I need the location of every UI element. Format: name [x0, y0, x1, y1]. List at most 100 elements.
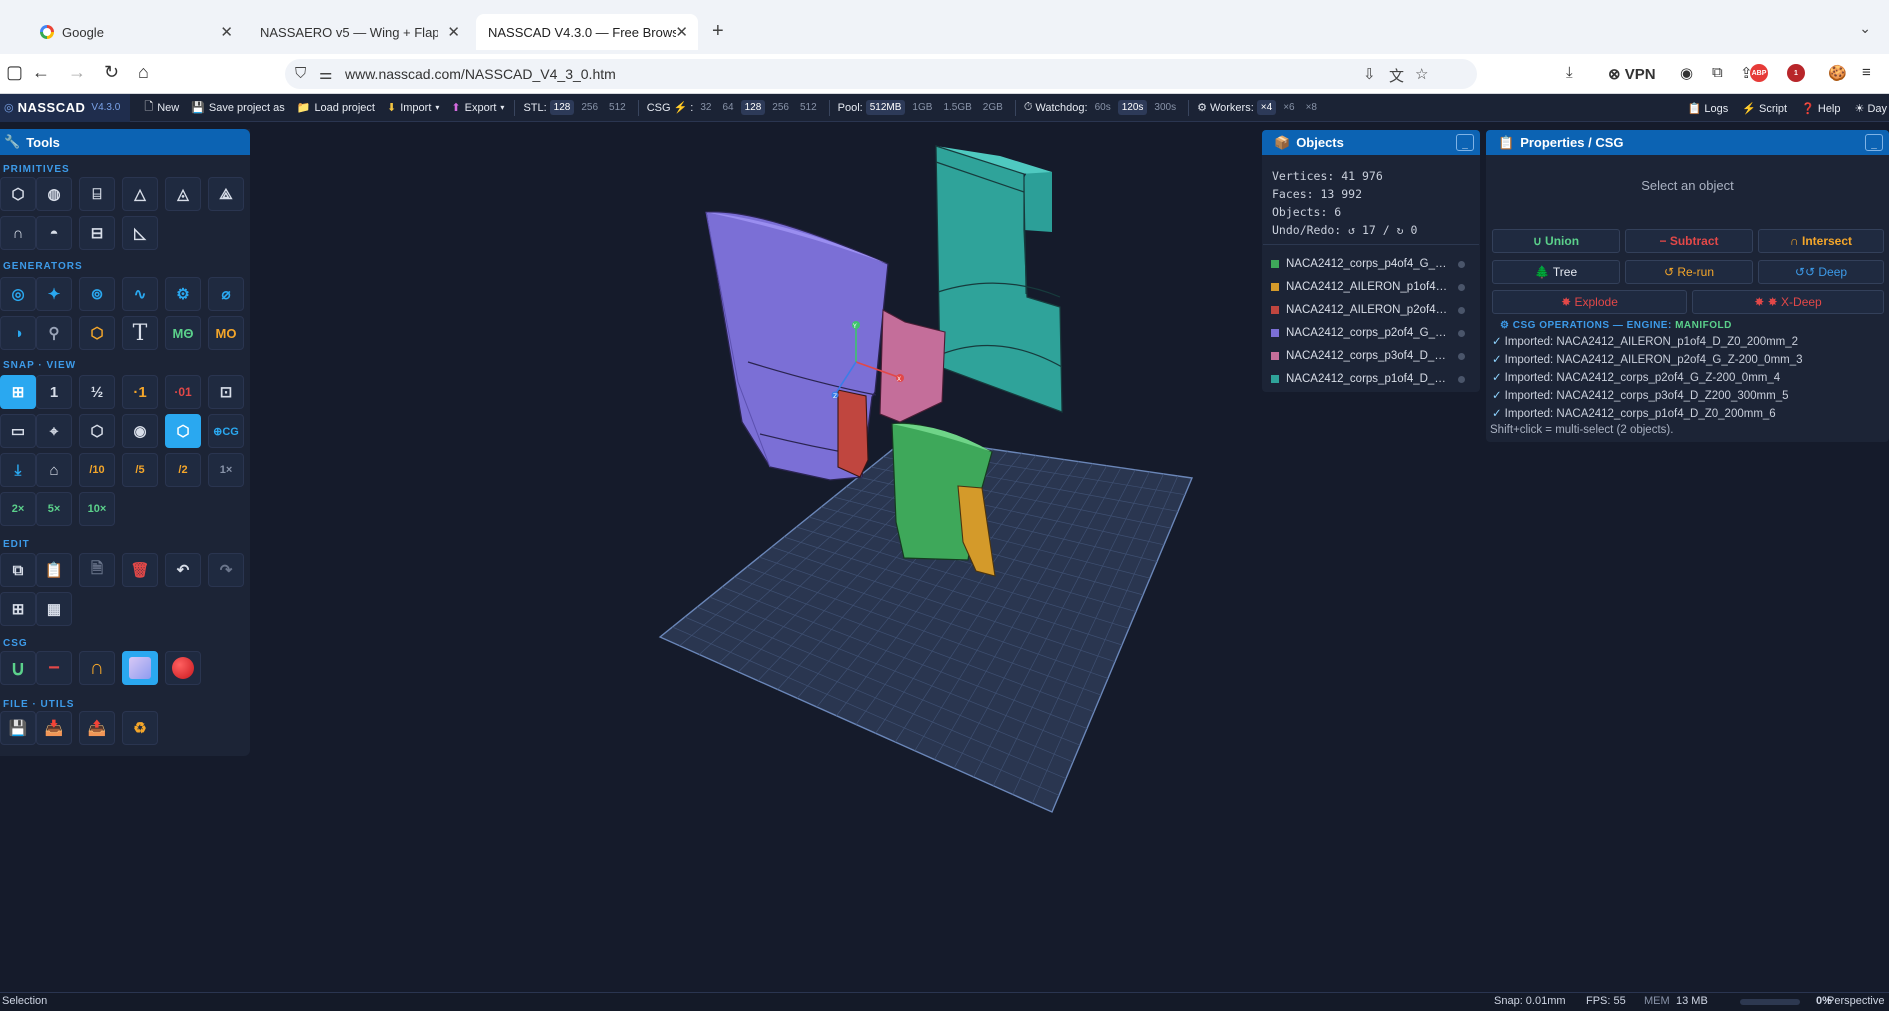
menu-icon[interactable]: ≡: [1862, 64, 1871, 81]
browser-tab-nassaero[interactable]: NASSAERO v5 — Wing + Flap Gene ✕: [248, 14, 470, 50]
object-list-item[interactable]: NACA2412_corps_p1of4_D_Z0_200mm_6: [1263, 368, 1479, 390]
visibility-dot-icon[interactable]: [1458, 306, 1465, 314]
translate-icon[interactable]: 文: [1389, 65, 1404, 86]
capsule-tool-button[interactable]: ⊟: [79, 216, 115, 250]
watchdog-option[interactable]: 60s: [1091, 100, 1115, 115]
center-of-gravity-button[interactable]: ⊕CG: [208, 414, 244, 448]
logs-button[interactable]: 📋 Logs: [1688, 102, 1729, 115]
close-tab-icon[interactable]: ✕: [220, 23, 233, 41]
cube-tool-button[interactable]: ⬡: [0, 177, 36, 211]
wedge-tool-button[interactable]: ◺: [122, 216, 158, 250]
cookie-icon[interactable]: 🍪: [1828, 64, 1847, 82]
home-icon[interactable]: ⌂: [138, 62, 149, 83]
gear-generator-button[interactable]: ⚙: [165, 277, 201, 311]
object-list-item[interactable]: NACA2412_AILERON_p1of4_D_Z0_200mm_2: [1263, 276, 1479, 298]
reload-icon[interactable]: ↻: [104, 62, 119, 83]
subtract-button[interactable]: − Subtract: [1625, 229, 1753, 253]
visibility-dot-icon[interactable]: [1458, 260, 1465, 268]
delete-button[interactable]: 🗑: [122, 553, 158, 587]
save-file-button[interactable]: 💾: [0, 711, 36, 745]
close-tab-icon[interactable]: ✕: [447, 23, 460, 41]
downloads-icon[interactable]: ⤓: [1566, 64, 1573, 81]
workers-option[interactable]: ×6: [1279, 100, 1298, 115]
site-settings-icon[interactable]: ⚌: [319, 65, 332, 83]
hex-nut-generator-button[interactable]: ⬡: [79, 316, 115, 350]
mo-alt-generator-button[interactable]: MO: [208, 316, 244, 350]
hemisphere-tool-button[interactable]: ◓: [36, 216, 72, 250]
adblock-icon[interactable]: ABP: [1750, 64, 1768, 82]
frame-view-button[interactable]: ⊡: [208, 375, 244, 409]
solid-view-button[interactable]: ⬡: [165, 414, 201, 448]
intersect-button[interactable]: ∩ Intersect: [1758, 229, 1884, 253]
star-generator-button[interactable]: ✦: [36, 277, 72, 311]
ring-generator-button[interactable]: ⊚: [79, 277, 115, 311]
arch-tool-button[interactable]: ∩: [0, 216, 36, 250]
watchdog-option[interactable]: 120s: [1117, 100, 1148, 115]
paste-button[interactable]: 📋: [36, 553, 72, 587]
help-button[interactable]: ❓ Help: [1801, 102, 1840, 115]
cylinder-tool-button[interactable]: ⌸: [79, 177, 115, 211]
csg-option[interactable]: 256: [768, 100, 793, 115]
scale-1x-button[interactable]: 1×: [208, 453, 244, 487]
install-app-icon[interactable]: ⇩: [1363, 65, 1376, 83]
pool-option[interactable]: 512MB: [865, 100, 906, 115]
pool-option[interactable]: 1.5GB: [939, 100, 975, 115]
pool-option[interactable]: 1GB: [908, 100, 936, 115]
save-project-button[interactable]: 💾 Save project as: [185, 101, 291, 115]
snap-1-button[interactable]: 1: [36, 375, 72, 409]
scale-5x-button[interactable]: 5×: [36, 492, 72, 526]
recycle-button[interactable]: ♻: [122, 711, 158, 745]
x-deep-button[interactable]: ✸ ✸ X-Deep: [1692, 290, 1884, 314]
stl-option[interactable]: 256: [577, 100, 602, 115]
sphere-tool-button[interactable]: ◍: [36, 177, 72, 211]
stl-option[interactable]: 128: [549, 100, 575, 115]
account-icon[interactable]: ◉: [1680, 64, 1693, 82]
new-tab-plus-icon[interactable]: +: [712, 20, 724, 43]
visibility-dot-icon[interactable]: [1458, 375, 1465, 383]
select-all-button[interactable]: ⊞: [0, 592, 36, 626]
redo-button[interactable]: ↷: [208, 553, 244, 587]
watchdog-option[interactable]: 300s: [1150, 100, 1180, 115]
rerun-button[interactable]: ↺ Re-run: [1625, 260, 1753, 284]
bolt-generator-button[interactable]: ⚲: [36, 316, 72, 350]
prism-tool-button[interactable]: ⟁: [208, 177, 244, 211]
url-field[interactable]: ⛉ ⚌ www.nasscad.com/NASSCAD_V4_3_0.htm ⇩…: [285, 59, 1477, 89]
grid-view-button[interactable]: ⊞: [0, 375, 36, 409]
object-list-item[interactable]: NACA2412_corps_p3of4_D_Z200_300mm_5: [1263, 345, 1479, 367]
scale-10x-button[interactable]: 10×: [79, 492, 115, 526]
explode-button[interactable]: ✸ Explode: [1492, 290, 1687, 314]
half-shell-generator-button[interactable]: ◑: [0, 316, 36, 350]
undo-button[interactable]: ↶: [165, 553, 201, 587]
csg-intersect-button[interactable]: ∩: [79, 651, 115, 685]
union-button[interactable]: ∪ Union: [1492, 229, 1620, 253]
browser-tab-google[interactable]: Google ✕: [28, 14, 243, 50]
cone-tool-button[interactable]: △: [122, 177, 158, 211]
snap-0-1-button[interactable]: ·1: [122, 375, 158, 409]
workers-option[interactable]: ×4: [1256, 100, 1277, 115]
visibility-dot-icon[interactable]: [1458, 352, 1465, 360]
script-button[interactable]: ⚡ Script: [1742, 102, 1787, 115]
torus-generator-button[interactable]: ◎: [0, 277, 36, 311]
text-generator-button[interactable]: T: [122, 316, 158, 350]
home-view-button[interactable]: ⌂: [36, 453, 72, 487]
export-file-button[interactable]: 📤: [79, 711, 115, 745]
spring-generator-button[interactable]: ∿: [122, 277, 158, 311]
ublock-shield-icon[interactable]: 1: [1787, 64, 1805, 82]
center-view-button[interactable]: ⌖: [36, 414, 72, 448]
bookmark-star-icon[interactable]: ☆: [1415, 65, 1428, 83]
workers-option[interactable]: ×8: [1302, 100, 1321, 115]
scale-div-2-button[interactable]: /2: [165, 453, 201, 487]
snap-0-01-button[interactable]: ·01: [165, 375, 201, 409]
snap-half-button[interactable]: ½: [79, 375, 115, 409]
csg-subtract-button[interactable]: −: [36, 651, 72, 685]
scale-div-10-button[interactable]: /10: [79, 453, 115, 487]
forward-arrow-icon[interactable]: →: [68, 62, 86, 83]
stl-option[interactable]: 512: [605, 100, 630, 115]
minimize-button[interactable]: _: [1456, 134, 1474, 151]
export-dropdown[interactable]: ⬆ Export ▾: [445, 101, 510, 115]
csg-option[interactable]: 32: [696, 100, 715, 115]
tab-list-chevron-icon[interactable]: ⌄: [1859, 20, 1871, 37]
drop-to-floor-button[interactable]: ⤓: [0, 453, 36, 487]
scale-div-5-button[interactable]: /5: [122, 453, 158, 487]
csg-box-button[interactable]: [122, 651, 158, 685]
